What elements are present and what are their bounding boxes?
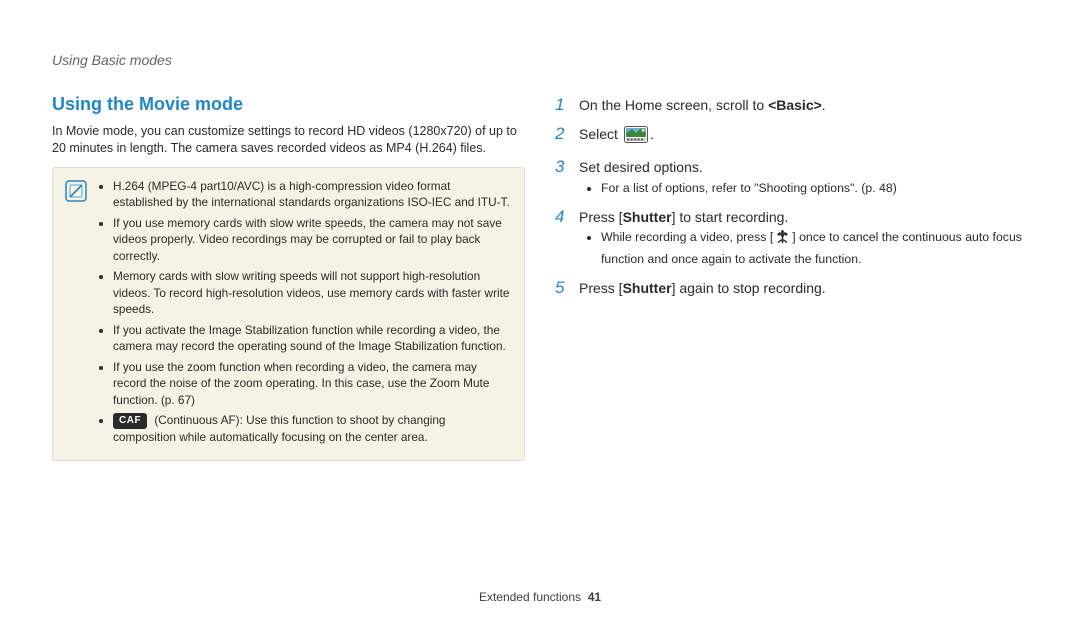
step-text: Press [ [579,209,623,225]
step-body: Press [Shutter] to start recording. Whil… [579,206,1028,270]
step-text: Press [ [579,280,623,296]
footer-label: Extended functions [479,590,581,604]
step-text: Select [579,126,622,142]
step-body: Select [579,123,654,148]
left-column: Using the Movie mode In Movie mode, you … [52,94,525,461]
footer-page-number: 41 [588,590,601,604]
flower-macro-icon [775,230,790,251]
page-footer: Extended functions 41 [0,590,1080,604]
step-body: Press [Shutter] again to stop recording. [579,277,826,298]
note-slash-icon [65,178,87,450]
step: 1 On the Home screen, scroll to <Basic>. [555,94,1028,115]
step-bold: Shutter [623,209,672,225]
step-number: 3 [555,156,569,177]
step-text: . [650,126,654,142]
note-bullet-list: H.264 (MPEG-4 part10/AVC) is a high-comp… [97,178,510,450]
step-number: 5 [555,277,569,298]
movie-mode-icon [624,126,648,148]
page: Using Basic modes Using the Movie mode I… [0,0,1080,630]
step-sub-text: While recording a video, press [ [601,230,773,244]
steps-list: 1 On the Home screen, scroll to <Basic>.… [555,94,1028,298]
step-body: Set desired options. For a list of optio… [579,156,897,198]
step-sub-list: For a list of options, refer to "Shootin… [579,180,897,198]
step: 5 Press [Shutter] again to stop recordin… [555,277,1028,298]
step: 3 Set desired options. For a list of opt… [555,156,1028,198]
step-bold: Shutter [623,280,672,296]
section-title: Using the Movie mode [52,94,525,115]
note-bullet: Memory cards with slow writing speeds wi… [113,268,510,318]
step-text: On the Home screen, scroll to [579,97,768,113]
caf-text: (Continuous AF): Use this function to sh… [113,413,446,444]
step-sub-item: While recording a video, press [ [601,229,1028,269]
caf-badge: CAF [113,413,147,429]
step-bold: <Basic> [768,97,822,113]
note-bullet: If you use the zoom function when record… [113,359,510,409]
note-bullet: If you use memory cards with slow write … [113,215,510,265]
note-bullet: If you activate the Image Stabilization … [113,322,510,355]
note-bullet: H.264 (MPEG-4 part10/AVC) is a high-comp… [113,178,510,211]
step-sub-item: For a list of options, refer to "Shootin… [601,180,897,198]
note-box: H.264 (MPEG-4 part10/AVC) is a high-comp… [52,167,525,461]
step-text: Set desired options. [579,159,703,175]
two-column-layout: Using the Movie mode In Movie mode, you … [52,94,1028,461]
step-number: 1 [555,94,569,115]
intro-paragraph: In Movie mode, you can customize setting… [52,123,525,157]
step-number: 2 [555,123,569,144]
step-text: ] to start recording. [672,209,789,225]
breadcrumb: Using Basic modes [52,52,1028,68]
step-number: 4 [555,206,569,227]
step: 2 Select [555,123,1028,148]
step-text: . [822,97,826,113]
note-bullet: CAF (Continuous AF): Use this function t… [113,412,510,445]
step-text: ] again to stop recording. [672,280,826,296]
step: 4 Press [Shutter] to start recording. Wh… [555,206,1028,270]
step-sub-list: While recording a video, press [ [579,229,1028,269]
right-column: 1 On the Home screen, scroll to <Basic>.… [555,94,1028,461]
step-body: On the Home screen, scroll to <Basic>. [579,94,826,115]
